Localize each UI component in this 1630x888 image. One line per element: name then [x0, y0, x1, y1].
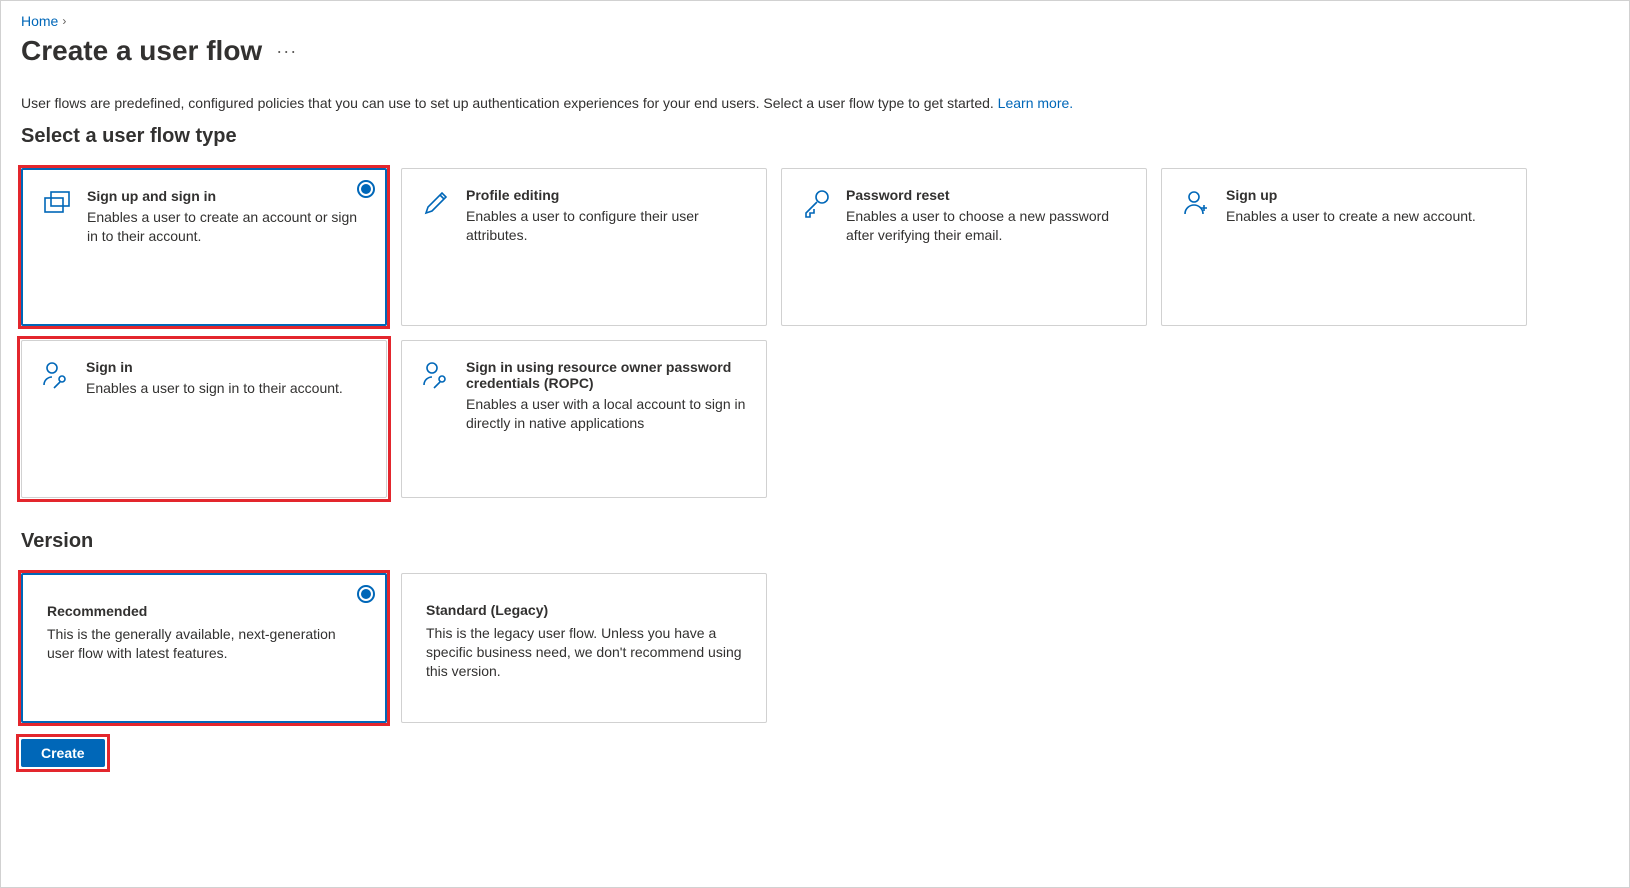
breadcrumb-home-link[interactable]: Home [21, 13, 58, 29]
card-desc: This is the generally available, next-ge… [47, 625, 361, 663]
flow-card-sign-up-and-sign-in[interactable]: Sign up and sign in Enables a user to cr… [21, 168, 387, 326]
flow-icon [41, 188, 73, 306]
card-desc: Enables a user to create an account or s… [87, 208, 367, 246]
flow-type-grid: Sign up and sign in Enables a user to cr… [21, 168, 1609, 498]
card-desc: Enables a user to configure their user a… [466, 207, 748, 245]
title-row: Create a user flow ··· [21, 35, 1609, 67]
card-title: Password reset [846, 187, 1128, 203]
breadcrumb: Home › [21, 13, 1609, 29]
card-desc: Enables a user to choose a new password … [846, 207, 1128, 245]
intro-body: User flows are predefined, configured po… [21, 95, 998, 111]
flow-card-password-reset[interactable]: Password reset Enables a user to choose … [781, 168, 1147, 326]
user-plus-icon [1180, 187, 1212, 307]
flow-card-ropc[interactable]: Sign in using resource owner password cr… [401, 340, 767, 498]
version-grid: Recommended This is the generally availa… [21, 573, 1609, 723]
pencil-icon [420, 187, 452, 307]
card-desc: Enables a user with a local account to s… [466, 395, 748, 433]
card-title: Recommended [47, 603, 361, 619]
radio-selected-icon [357, 180, 375, 198]
section-flow-heading: Select a user flow type [21, 125, 1609, 148]
learn-more-link[interactable]: Learn more. [998, 95, 1073, 111]
card-title: Sign in using resource owner password cr… [466, 359, 748, 391]
user-key-icon [40, 359, 72, 479]
flow-card-sign-up[interactable]: Sign up Enables a user to create a new a… [1161, 168, 1527, 326]
card-title: Standard (Legacy) [426, 602, 742, 618]
card-desc: Enables a user to create a new account. [1226, 207, 1508, 226]
card-desc: Enables a user to sign in to their accou… [86, 379, 368, 398]
card-title: Sign up and sign in [87, 188, 367, 204]
create-button-wrap: Create [21, 739, 105, 767]
chevron-right-icon: › [62, 14, 66, 28]
version-card-recommended[interactable]: Recommended This is the generally availa… [21, 573, 387, 723]
page-title: Create a user flow [21, 35, 262, 67]
key-icon [800, 187, 832, 307]
radio-selected-icon [357, 585, 375, 603]
flow-card-sign-in[interactable]: Sign in Enables a user to sign in to the… [21, 340, 387, 498]
page-container: Home › Create a user flow ··· User flows… [0, 0, 1630, 888]
card-desc: This is the legacy user flow. Unless you… [426, 624, 742, 681]
card-title: Sign in [86, 359, 368, 375]
more-ellipsis-icon[interactable]: ··· [276, 41, 297, 62]
intro-text: User flows are predefined, configured po… [21, 95, 1609, 111]
section-version-heading: Version [21, 530, 1609, 553]
create-button[interactable]: Create [21, 739, 105, 767]
version-card-standard-legacy[interactable]: Standard (Legacy) This is the legacy use… [401, 573, 767, 723]
flow-card-profile-editing[interactable]: Profile editing Enables a user to config… [401, 168, 767, 326]
card-title: Sign up [1226, 187, 1508, 203]
user-key-icon [420, 359, 452, 479]
card-title: Profile editing [466, 187, 748, 203]
